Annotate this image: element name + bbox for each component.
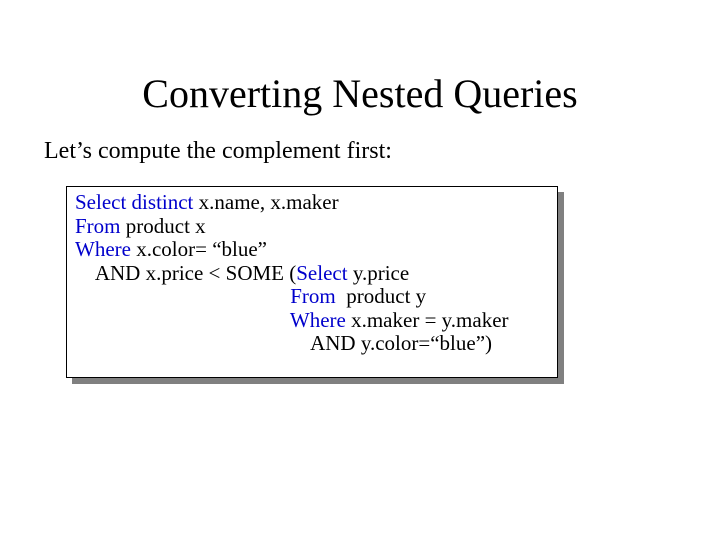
kw-from-inner: From xyxy=(290,284,341,308)
from-inner-indent xyxy=(75,284,290,308)
sql-code-box: Select distinct x.name, x.maker From pro… xyxy=(66,186,558,378)
select-columns: x.name, x.maker xyxy=(199,190,339,214)
where-inner-indent xyxy=(75,308,290,332)
and-clause-inner: AND y.color=“blue”) xyxy=(75,331,492,355)
kw-select: Select distinct xyxy=(75,190,199,214)
select-columns-inner: y.price xyxy=(353,261,409,285)
slide-subtitle: Let’s compute the complement first: xyxy=(44,138,392,165)
kw-select-inner: Select xyxy=(296,261,353,285)
kw-where-outer: Where xyxy=(75,237,136,261)
from-table-outer: product x xyxy=(126,214,206,238)
where-clause-outer: x.color= “blue” xyxy=(136,237,267,261)
slide-title: Converting Nested Queries xyxy=(0,70,720,117)
where-clause-inner: x.maker = y.maker xyxy=(351,308,508,332)
and-some-clause: AND x.price < SOME ( xyxy=(75,261,296,285)
kw-where-inner: Where xyxy=(290,308,351,332)
from-table-inner: product y xyxy=(341,284,426,308)
kw-from-outer: From xyxy=(75,214,126,238)
slide: Converting Nested Queries Let’s compute … xyxy=(0,0,720,540)
